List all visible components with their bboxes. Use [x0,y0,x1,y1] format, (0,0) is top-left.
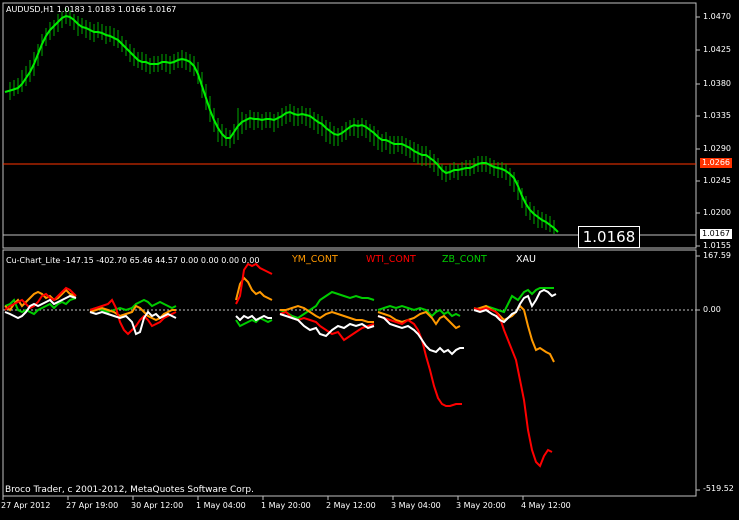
time-axis-label: 3 May 04:00 [391,501,441,510]
price-axis-label: 1.0290 [703,144,731,153]
time-axis-label: 1 May 04:00 [196,501,246,510]
price-axis-label: 1.0245 [703,176,731,185]
zb-cont-seg-1 [4,297,77,316]
time-axis-label: 4 May 12:00 [521,501,571,510]
wti-cont-seg-6 [473,306,553,468]
xau-seg-3 [235,314,272,322]
copyright-text: Broco Trader, c 2001-2012, MetaQuotes So… [5,485,255,495]
time-axis-label: 3 May 20:00 [456,501,506,510]
time-axis-label: 2 May 12:00 [326,501,376,510]
indicator-axis-label: 167.59 [703,251,731,260]
big-price-label: 1.0168 [578,226,640,248]
price-axis-label: 1.0470 [703,12,731,21]
indicator-pane-border [2,249,697,497]
indicator-header: Cu-Chart_Lite -147.15 -402.70 65.46 44.5… [6,256,260,265]
time-axis-label: 1 May 20:00 [261,501,311,510]
series-label-zb-cont: ZB_CONT [442,254,487,265]
indicator-axis-label: -519.52 [703,484,734,493]
ohlc-values: 1.0183 1.0183 1.0166 1.0167 [56,5,177,14]
series-label-ym-cont: YM_CONT [292,254,338,265]
bid-price-tag: 1.0167 [700,229,732,239]
level-price-tag: 1.0266 [700,158,732,168]
indicator-series [4,262,557,468]
time-axis-label: 27 Apr 19:00 [66,501,119,510]
series-label-xau: XAU [516,254,536,265]
time-axis-ticks [2,496,524,500]
symbol-label: AUDUSD,H1 [6,5,55,14]
main-header: AUDUSD,H1 1.0183 1.0183 1.0166 1.0167 [6,5,176,15]
price-axis-label: 1.0335 [703,111,731,120]
candle-bars [9,8,555,234]
time-axis-label: 27 Apr 2012 [1,501,51,510]
price-axis-label: 1.0155 [703,241,731,250]
price-axis-label: 1.0425 [703,45,731,54]
indicator-axis-label: 0.00 [703,305,721,314]
chart-window[interactable]: AUDUSD,H1 1.0183 1.0183 1.0166 1.0167 Cu… [0,0,739,516]
time-axis-label: 30 Apr 12:00 [131,501,184,510]
series-label-wti-cont: WTI_CONT [366,254,416,265]
wti-cont-seg-5 [377,315,462,407]
price-axis-label: 1.0380 [703,79,731,88]
price-axis-label: 1.0200 [703,208,731,217]
price-axis-ticks [696,16,700,491]
